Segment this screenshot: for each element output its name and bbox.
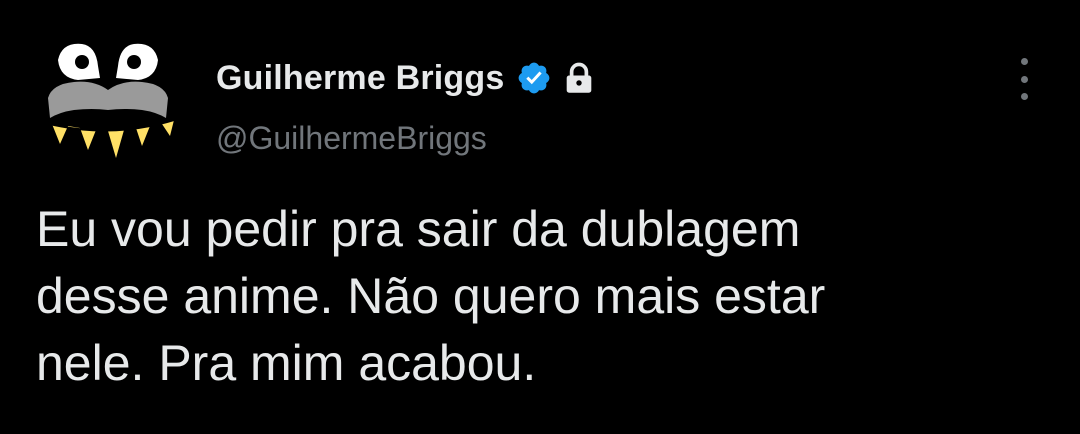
tweet-card: Guilherme Briggs @GuilhermeBriggs Eu vou…	[0, 0, 1080, 434]
tweet-text: Eu vou pedir pra sair da dublagem desse …	[36, 201, 826, 391]
more-dot	[1020, 75, 1028, 83]
verified-badge-icon	[519, 62, 550, 94]
author-name-row: Guilherme Briggs	[216, 52, 594, 104]
author-display-name[interactable]: Guilherme Briggs	[216, 59, 504, 98]
author-handle[interactable]: @GuilhermeBriggs	[216, 120, 594, 157]
more-options-icon[interactable]	[1010, 58, 1038, 100]
more-dot	[1020, 93, 1028, 100]
avatar[interactable]	[38, 36, 178, 176]
mustache-face-icon	[41, 43, 175, 158]
author-info: Guilherme Briggs @GuilhermeBriggs	[216, 52, 594, 162]
lock-icon	[567, 62, 592, 93]
more-dot	[1020, 58, 1028, 65]
